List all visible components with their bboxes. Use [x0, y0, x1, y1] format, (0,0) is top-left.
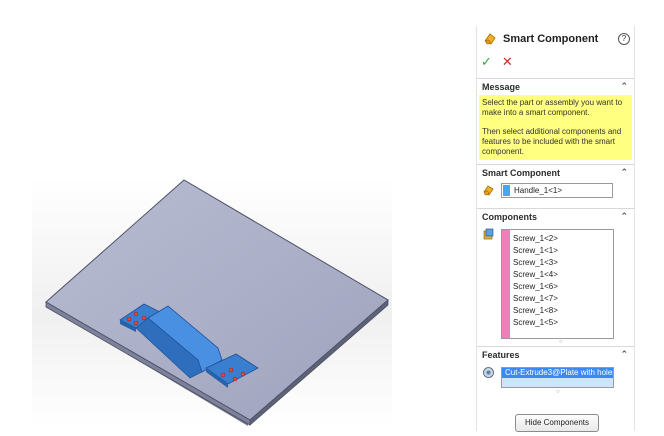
- selection-highlight: [502, 378, 613, 387]
- components-section: Components ⌃ Screw_1<2> Screw_1<1> Screw…: [477, 208, 634, 345]
- smart-component-value: Handle_1<1>: [514, 186, 563, 195]
- resize-grip-icon[interactable]: ○: [556, 389, 560, 395]
- list-item[interactable]: Screw_1<3>: [513, 257, 558, 269]
- smart-component-property-manager: Smart Component ? ✓ ✕ Message ⌃ Select t…: [476, 26, 635, 432]
- list-item[interactable]: Screw_1<7>: [513, 293, 558, 305]
- selection-swatch: [503, 185, 510, 196]
- smart-component-header-label: Smart Component: [482, 168, 561, 178]
- list-item[interactable]: Screw_1<2>: [513, 233, 558, 245]
- hide-components-button[interactable]: Hide Components: [515, 414, 599, 432]
- components-header-label: Components: [482, 212, 537, 222]
- smart-component-icon: [483, 185, 494, 196]
- message-header[interactable]: Message ⌃: [477, 79, 634, 95]
- cancel-button[interactable]: ✕: [502, 54, 513, 72]
- smart-component-section: Smart Component ⌃ Handle_1<1>: [477, 164, 634, 207]
- message-section: Message ⌃ Select the part or assembly yo…: [477, 78, 634, 163]
- collapse-chevron-icon[interactable]: ⌃: [620, 81, 628, 92]
- graphics-viewport[interactable]: [32, 178, 392, 426]
- smart-component-icon: [484, 33, 496, 45]
- help-icon[interactable]: ?: [618, 33, 630, 45]
- smart-component-field[interactable]: Handle_1<1>: [501, 183, 613, 198]
- panel-title: Smart Component: [503, 33, 599, 45]
- features-header-label: Features: [482, 350, 520, 360]
- collapse-chevron-icon[interactable]: ⌃: [620, 349, 628, 360]
- list-item[interactable]: Cut-Extrude3@Plate with holes-: [502, 368, 613, 378]
- components-list[interactable]: Screw_1<2> Screw_1<1> Screw_1<3> Screw_1…: [501, 229, 614, 339]
- message-text-2: Then select additional components and fe…: [482, 127, 622, 156]
- list-item[interactable]: Screw_1<4>: [513, 269, 558, 281]
- resize-grip-icon[interactable]: ○: [559, 339, 563, 345]
- ok-button[interactable]: ✓: [481, 54, 492, 72]
- features-header[interactable]: Features ⌃: [477, 347, 634, 363]
- collapse-chevron-icon[interactable]: ⌃: [620, 167, 628, 178]
- list-item[interactable]: Screw_1<1>: [513, 245, 558, 257]
- plate-assembly-model[interactable]: [32, 178, 392, 426]
- list-item[interactable]: Screw_1<5>: [513, 317, 558, 329]
- message-text-1: Select the part or assembly you want to …: [482, 98, 623, 117]
- collapse-chevron-icon[interactable]: ⌃: [620, 211, 628, 222]
- panel-header: Smart Component ?: [477, 26, 634, 52]
- components-header[interactable]: Components ⌃: [477, 209, 634, 225]
- features-section: Features ⌃ Cut-Extrude3@Plate with holes…: [477, 346, 634, 432]
- components-icon: [483, 228, 494, 240]
- features-list[interactable]: Cut-Extrude3@Plate with holes-: [501, 367, 614, 388]
- message-box: Select the part or assembly you want to …: [479, 95, 632, 160]
- smart-component-header[interactable]: Smart Component ⌃: [477, 165, 634, 181]
- list-item[interactable]: Screw_1<8>: [513, 305, 558, 317]
- list-item[interactable]: Screw_1<6>: [513, 281, 558, 293]
- feature-icon: [483, 367, 494, 378]
- components-color-bar: [502, 230, 510, 338]
- message-header-label: Message: [482, 82, 521, 92]
